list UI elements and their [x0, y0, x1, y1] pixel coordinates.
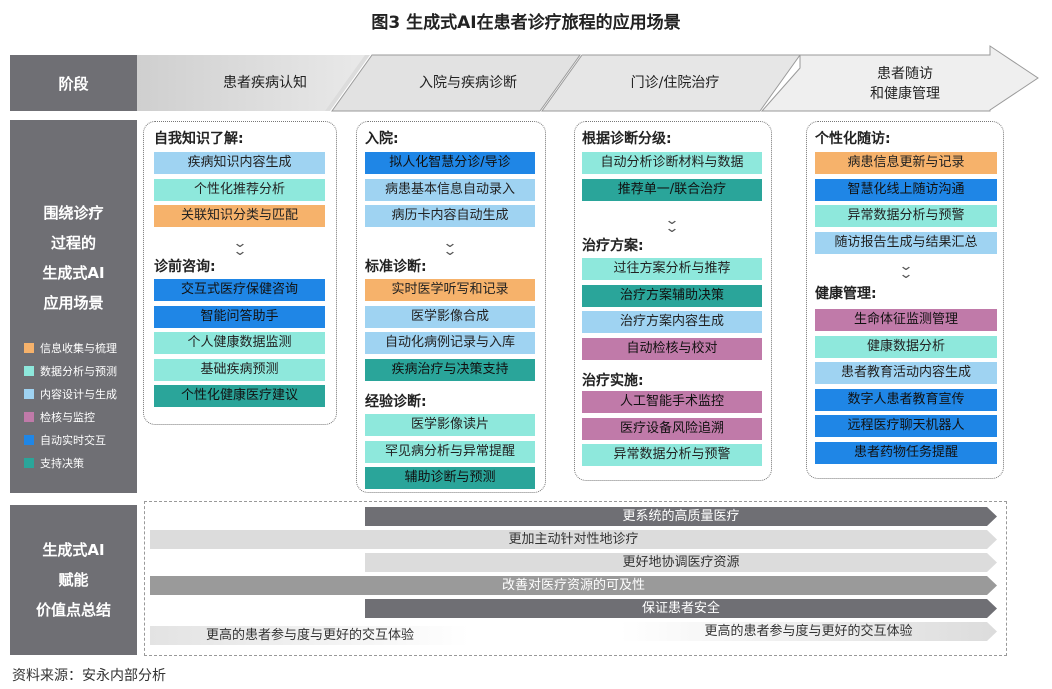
scenario-item: 随访报告生成与结果汇总 — [815, 231, 997, 254]
value-side-panel: 生成式AI 赋能 价值点总结 — [10, 505, 137, 655]
chevron-down-icon: ⌄ ⌄ — [442, 236, 458, 259]
stage-label-2: 入院与疾病诊断 — [419, 75, 517, 91]
scenario-item: 疾病治疗与决策支持 — [365, 358, 535, 381]
chevron-down-icon: ⌄ ⌄ — [664, 213, 680, 236]
side-app-line-1: 围绕诊疗 — [43, 204, 104, 222]
scenario-item: 健康数据分析 — [815, 335, 997, 358]
legend-swatch — [24, 434, 34, 445]
value-bar: 更高的患者参与度与更好的交互体验 — [150, 626, 470, 645]
legend-label: 检核与监控 — [40, 410, 95, 424]
section-title: 入院: — [365, 131, 399, 147]
scenario-item: 患者药物任务提醒 — [815, 441, 997, 464]
scenario-item: 病历卡内容自动生成 — [365, 205, 535, 227]
scenario-item: 过往方案分析与推荐 — [582, 258, 762, 280]
legend-item: 数据分析与预测 — [24, 359, 117, 382]
legend-label: 数据分析与预测 — [40, 364, 117, 378]
scenario-item: 治疗方案辅助决策 — [582, 284, 762, 307]
side-app-line-2: 过程的 — [50, 234, 96, 252]
section-title: 治疗实施: — [582, 373, 644, 389]
value-bar: 保证患者安全 — [365, 599, 997, 618]
scenario-item: 自动化病例记录与入库 — [365, 332, 535, 354]
scenario-item: 疾病知识内容生成 — [154, 152, 325, 174]
legend-label: 自动实时交互 — [40, 433, 106, 447]
scenario-item: 拟人化智慧分诊/导诊 — [365, 152, 535, 174]
side-value-line-1: 生成式AI — [42, 541, 105, 559]
legend-swatch — [24, 388, 34, 399]
scenario-item: 个人健康数据监测 — [154, 332, 325, 354]
scenario-item: 医学影像合成 — [365, 305, 535, 328]
scenario-item: 个性化健康医疗建议 — [154, 385, 325, 407]
legend-label: 信息收集与梳理 — [40, 341, 117, 355]
scenario-item: 异常数据分析与预警 — [815, 205, 997, 227]
value-bar: 改善对医疗资源的可及性 — [150, 576, 997, 595]
stage-label-1: 患者疾病认知 — [223, 75, 307, 91]
legend: 信息收集与梳理 数据分析与预测 内容设计与生成 检核与监控自动实时交互 支持决策 — [24, 336, 117, 474]
side-app-line-4: 应用场景 — [43, 294, 104, 312]
legend-swatch — [24, 411, 34, 422]
scenario-item: 治疗方案内容生成 — [582, 311, 762, 333]
legend-swatch — [24, 457, 34, 468]
scenario-item: 自动检核与校对 — [582, 337, 762, 360]
legend-item: 信息收集与梳理 — [24, 336, 117, 359]
legend-item: 自动实时交互 — [24, 428, 117, 451]
scenario-item: 智慧化线上随访沟通 — [815, 178, 997, 201]
side-value-line-3: 价值点总结 — [35, 601, 111, 619]
scenario-item: 医疗设备风险追溯 — [582, 417, 762, 440]
section-title: 健康管理: — [815, 286, 877, 302]
scenario-item: 罕见病分析与异常提醒 — [365, 440, 535, 463]
scenario-item: 交互式医疗保健咨询 — [154, 279, 325, 301]
section-title: 诊前咨询: — [154, 259, 216, 275]
legend-label: 支持决策 — [40, 456, 84, 470]
value-bar: 更系统的高质量医疗 — [365, 507, 997, 526]
scenario-item: 病患基本信息自动录入 — [365, 178, 535, 201]
scenario-item: 异常数据分析与预警 — [582, 444, 762, 466]
section-title: 根据诊断分级: — [582, 131, 672, 147]
section-title: 标准诊断: — [365, 259, 427, 275]
section-title: 个性化随访: — [815, 131, 891, 147]
scenario-item: 辅助诊断与预测 — [365, 467, 535, 489]
scenario-item: 关联知识分类与匹配 — [154, 205, 325, 227]
section-title: 经验诊断: — [365, 394, 427, 410]
stage-label-4a: 患者随访 — [877, 66, 933, 82]
legend-swatch — [24, 365, 34, 376]
legend-swatch — [24, 342, 34, 353]
scenario-item: 个性化推荐分析 — [154, 178, 325, 201]
scenario-item: 数字人患者教育宣传 — [815, 388, 997, 411]
value-bar: 更加主动针对性地诊疗 — [150, 530, 997, 549]
scenario-item: 远程医疗聊天机器人 — [815, 415, 997, 437]
chevron-down-icon: ⌄ ⌄ — [231, 236, 248, 259]
stage-side-label: 阶段 — [10, 55, 137, 111]
side-app-line-3: 生成式AI — [42, 264, 105, 282]
stage-label-3: 门诊/住院治疗 — [630, 75, 720, 91]
scenario-item: 自动分析诊断材料与数据 — [582, 152, 762, 174]
legend-item: 支持决策 — [24, 451, 117, 474]
legend-label: 内容设计与生成 — [40, 387, 117, 401]
scenario-item: 人工智能手术监控 — [582, 391, 762, 413]
legend-item: 检核与监控 — [24, 405, 117, 428]
legend-item: 内容设计与生成 — [24, 382, 117, 405]
stage-label-4b: 和健康管理 — [870, 86, 940, 102]
value-bar: 更好地协调医疗资源 — [365, 553, 997, 572]
scenario-item: 智能问答助手 — [154, 305, 325, 328]
section-title: 自我知识了解: — [154, 131, 244, 147]
chevron-down-icon: ⌄ ⌄ — [898, 259, 914, 282]
application-side-panel: 围绕诊疗 过程的 生成式AI 应用场景 信息收集与梳理 数据分析与预测 内容设计与生… — [10, 120, 137, 493]
scenario-item: 生命体征监测管理 — [815, 309, 997, 331]
value-bar: 更高的患者参与度与更好的交互体验 — [620, 622, 997, 641]
scenario-item: 基础疾病预测 — [154, 358, 325, 381]
scenario-item: 实时医学听写和记录 — [365, 279, 535, 301]
scenario-item: 病患信息更新与记录 — [815, 152, 997, 174]
side-value-line-2: 赋能 — [58, 571, 89, 589]
scenario-item: 医学影像读片 — [365, 414, 535, 436]
scenario-item: 推荐单一/联合治疗 — [582, 178, 762, 201]
scenario-item: 患者教育活动内容生成 — [815, 362, 997, 384]
source-note: 资料来源：安永内部分析 — [12, 668, 166, 684]
section-title: 治疗方案: — [582, 238, 644, 254]
